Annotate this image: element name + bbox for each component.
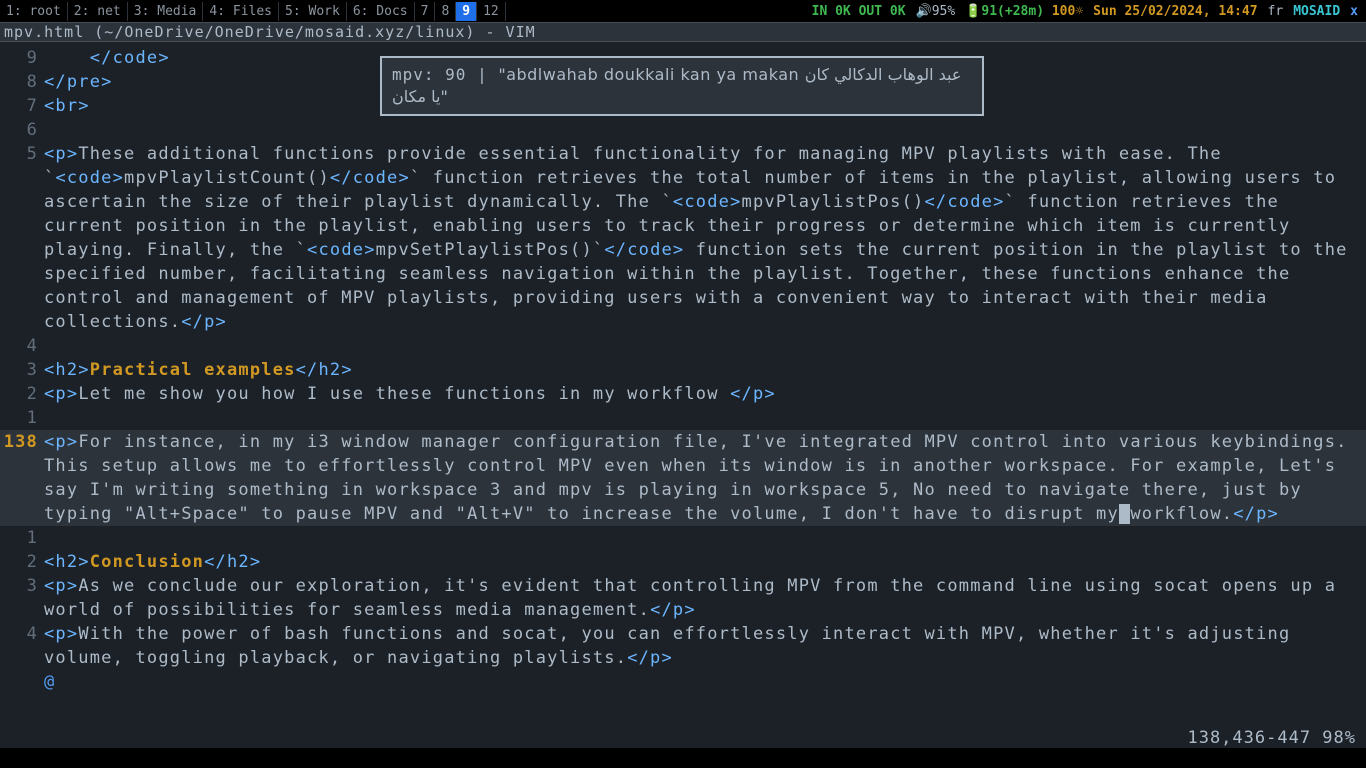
network-status: IN 0K OUT 0K [812, 4, 906, 19]
line-number-absolute: 138 [0, 430, 44, 526]
line-number: 2 [0, 382, 44, 406]
taskbar: 1: root 2: net 3: Media 4: Files 5: Work… [0, 0, 1366, 22]
editor-area[interactable]: 9 </code> 8</pre> 7<br> 6 5<p>These addi… [0, 42, 1366, 694]
line-number: 9 [0, 46, 44, 70]
notification-text-line2: يا مكان" [392, 87, 448, 106]
window-title: mpv.html (~/OneDrive/OneDrive/mosaid.xyz… [0, 22, 1366, 42]
cursor [1119, 504, 1130, 524]
workspace-7[interactable]: 7 [415, 2, 436, 21]
workspace-4[interactable]: 4: Files [203, 2, 279, 21]
vim-statusbar: 138,436-447 98% [1187, 728, 1356, 748]
workspace-3[interactable]: 3: Media [128, 2, 204, 21]
workspace-5[interactable]: 5: Work [279, 2, 347, 21]
volume-status[interactable]: 🔊95% [916, 4, 956, 19]
keyboard-layout[interactable]: fr [1268, 4, 1284, 19]
line-number: 2 [0, 550, 44, 574]
notification-overlay: mpv: 90 | "abdlwahab doukkali kan ya mak… [380, 56, 984, 116]
brightness-status: 100☼ [1052, 4, 1083, 19]
current-line[interactable]: 138<p>For instance, in my i3 window mana… [0, 430, 1366, 526]
line-number: 1 [0, 406, 44, 430]
line-number [0, 670, 44, 694]
line-number: 3 [0, 574, 44, 622]
bottom-bar [0, 748, 1366, 768]
workspace-6[interactable]: 6: Docs [347, 2, 415, 21]
battery-status: 🔋91(+28m) [965, 4, 1044, 19]
notification-prefix: mpv: 90 | [392, 65, 498, 84]
workspace-list: 1: root 2: net 3: Media 4: Files 5: Work… [0, 2, 506, 21]
notification-text-line1: "abdlwahab doukkali kan ya makan عبد الو… [498, 65, 961, 84]
status-tray: IN 0K OUT 0K 🔊95% 🔋91(+28m) 100☼ Sun 25/… [812, 4, 1366, 19]
line-number: 3 [0, 358, 44, 382]
workspace-2[interactable]: 2: net [68, 2, 128, 21]
line-number: 6 [0, 118, 44, 142]
line-number: 4 [0, 622, 44, 670]
line-number: 4 [0, 334, 44, 358]
workspace-8[interactable]: 8 [435, 2, 456, 21]
workspace-12[interactable]: 12 [477, 2, 506, 21]
line-number: 8 [0, 70, 44, 94]
line-number: 7 [0, 94, 44, 118]
datetime: Sun 25/02/2024, 14:47 [1093, 4, 1257, 19]
workspace-9[interactable]: 9 [456, 2, 477, 21]
workspace-1[interactable]: 1: root [0, 2, 68, 21]
line-number: 5 [0, 142, 44, 334]
line-number: 1 [0, 526, 44, 550]
username: MOSAID [1293, 4, 1340, 19]
truncation-indicator: @ [44, 670, 1366, 694]
close-icon[interactable]: x [1350, 4, 1358, 19]
